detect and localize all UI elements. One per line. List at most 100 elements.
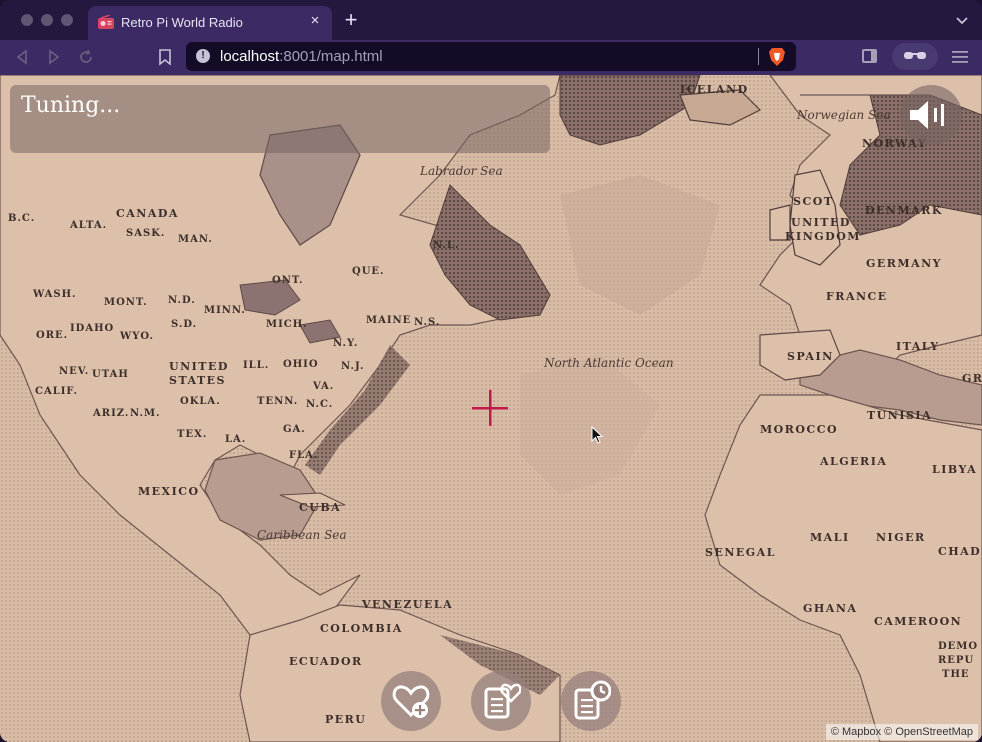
map-label: MINN. xyxy=(204,305,246,316)
map-label: DEMO xyxy=(938,641,979,652)
map-label: GHANA xyxy=(803,602,858,615)
map-label: GERMANY xyxy=(866,257,943,270)
map-label: ORE. xyxy=(36,330,69,341)
map-label: REPU xyxy=(938,655,975,666)
crosshair-icon xyxy=(472,390,508,426)
mouse-pointer-icon xyxy=(591,426,603,444)
minimize-window-icon[interactable] xyxy=(41,14,53,26)
map-label: GA. xyxy=(283,424,306,435)
map-viewport[interactable]: ICELAND Norwegian Sea Labrador Sea NORWA… xyxy=(0,75,982,742)
map-label: IDAHO xyxy=(70,323,115,334)
map-label: SCOT xyxy=(793,195,834,208)
map-label: TENN. xyxy=(257,396,299,407)
brave-shields-icon[interactable] xyxy=(769,47,785,66)
map-label: N.M. xyxy=(130,408,161,419)
heart-list-icon xyxy=(484,683,521,719)
back-icon[interactable] xyxy=(13,48,31,66)
map-label: GR xyxy=(962,372,982,385)
address-bar[interactable]: ! localhost:8001/map.html xyxy=(186,42,796,71)
map-label: ONT. xyxy=(272,275,304,286)
map-label: N.D. xyxy=(168,295,196,306)
map-label: ILL. xyxy=(243,360,270,371)
browser-toolbar: ! localhost:8001/map.html xyxy=(0,40,982,75)
map-attribution[interactable]: © Mapbox © OpenStreetMap xyxy=(825,724,978,740)
map-label: COLOMBIA xyxy=(320,622,403,635)
map-label: UTAH xyxy=(92,369,129,380)
map-label: CAMEROON xyxy=(874,615,963,628)
bookmark-icon[interactable] xyxy=(156,48,174,66)
map-label: DENMARK xyxy=(865,204,943,217)
map-label: SPAIN xyxy=(787,350,834,363)
map-label: N.L. xyxy=(433,240,460,251)
map-label: WYO. xyxy=(120,331,154,342)
map-label: NEV. xyxy=(59,366,90,377)
radio-icon xyxy=(98,15,114,29)
map-label: ICELAND xyxy=(680,83,749,96)
sidebar-icon[interactable] xyxy=(862,49,877,63)
speaker-icon xyxy=(910,101,944,129)
map-label: OHIO xyxy=(283,359,319,370)
map-label: MEXICO xyxy=(138,485,200,498)
url-host: localhost xyxy=(220,48,280,65)
map-label: FRANCE xyxy=(826,290,888,303)
map-label: MAINE xyxy=(366,315,412,326)
browser-window: Retro Pi World Radio × + ! localhost:800… xyxy=(0,0,982,742)
add-favorite-button[interactable] xyxy=(381,671,441,731)
map-label: ITALY xyxy=(896,340,940,353)
map-label: CUBA xyxy=(299,501,342,514)
favorites-list-button[interactable] xyxy=(471,671,531,731)
map-label: SENEGAL xyxy=(705,546,776,559)
history-button[interactable] xyxy=(561,671,621,731)
map-label: MONT. xyxy=(104,297,148,308)
status-panel: Tuning... xyxy=(10,85,550,153)
map-label: UNITED xyxy=(791,216,851,229)
map-label: SASK. xyxy=(126,228,166,239)
map-label: WASH. xyxy=(33,289,77,300)
map-label: N.J. xyxy=(341,361,365,372)
close-window-icon[interactable] xyxy=(21,14,33,26)
tab-title: Retro Pi World Radio xyxy=(121,15,243,30)
map-label: OKLA. xyxy=(180,396,221,407)
map-label: N.Y. xyxy=(333,338,359,349)
site-info-icon[interactable]: ! xyxy=(196,49,210,63)
menu-icon[interactable] xyxy=(952,50,968,64)
map-label: TUNISIA xyxy=(867,409,933,422)
zoom-window-icon[interactable] xyxy=(61,14,73,26)
map-label: MOROCCO xyxy=(760,423,839,436)
reload-icon[interactable] xyxy=(77,48,95,66)
clock-list-icon xyxy=(574,680,611,720)
station-status: Tuning... xyxy=(21,93,121,118)
map-label: VA. xyxy=(313,381,335,392)
map-label: ALTA. xyxy=(70,220,108,231)
map-label: MICH. xyxy=(266,319,308,330)
volume-button[interactable] xyxy=(900,85,962,145)
map-label: MALI xyxy=(810,531,850,544)
map-label: QUE. xyxy=(352,266,385,277)
tab-retro-pi-world-radio[interactable]: Retro Pi World Radio × xyxy=(88,6,332,40)
map-label: NIGER xyxy=(876,531,926,544)
map-label: FLA. xyxy=(289,450,319,461)
private-window-icon[interactable] xyxy=(892,43,938,70)
map-label: Caribbean Sea xyxy=(257,528,347,542)
map-label: STATES xyxy=(169,374,226,387)
map-label: CHAD xyxy=(938,545,982,558)
map-label: CALIF. xyxy=(35,386,79,397)
divider xyxy=(758,48,759,65)
map-label: THE xyxy=(942,669,970,680)
chevron-down-icon[interactable] xyxy=(954,12,970,28)
map-label: LA. xyxy=(225,434,247,445)
map-label: N.C. xyxy=(306,399,334,410)
map-label: N.S. xyxy=(414,317,441,328)
url-path: :8001/map.html xyxy=(279,48,383,65)
map-label: CANADA xyxy=(116,207,179,220)
map-label: KINGDOM xyxy=(785,230,861,243)
map-label: PERU xyxy=(325,713,367,726)
map-label: LIBYA xyxy=(932,463,978,476)
forward-icon[interactable] xyxy=(45,48,63,66)
map-label: ALGERIA xyxy=(820,455,888,468)
map-label: Norwegian Sea xyxy=(797,108,891,122)
tab-close-button[interactable]: × xyxy=(306,12,324,30)
map-label: ARIZ. xyxy=(93,408,130,419)
new-tab-button[interactable]: + xyxy=(340,9,362,32)
map-label: ECUADOR xyxy=(289,655,363,668)
